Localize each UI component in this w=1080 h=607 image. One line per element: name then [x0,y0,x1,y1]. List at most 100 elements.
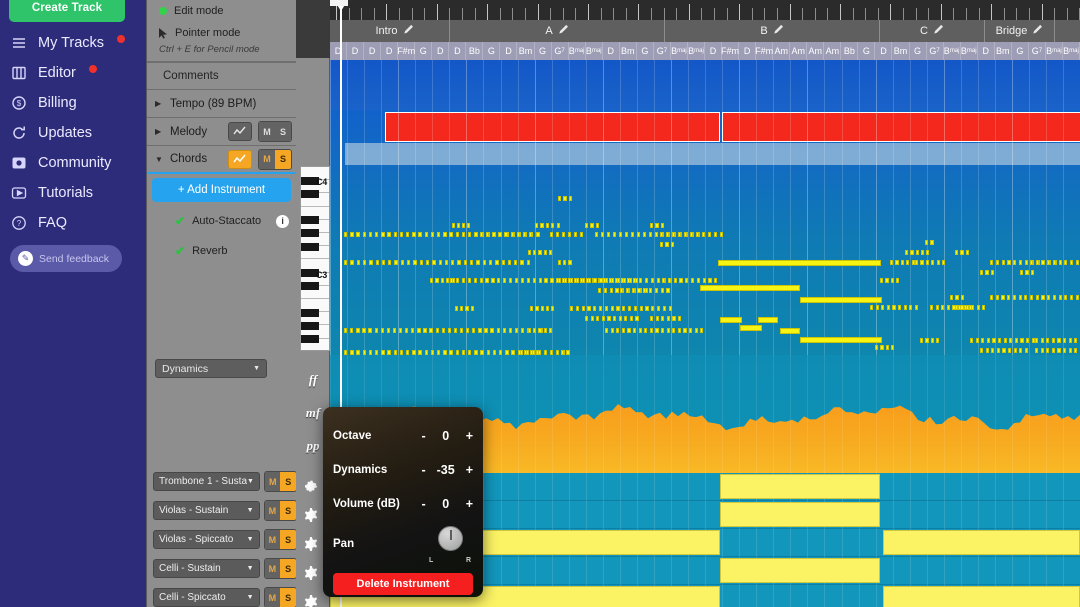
midi-note[interactable] [905,250,908,255]
midi-note[interactable] [471,306,474,311]
midi-note[interactable] [942,260,945,265]
midi-note[interactable] [678,328,681,333]
midi-note[interactable] [456,278,459,283]
instrument-solo-button[interactable]: S [280,501,296,520]
midi-note[interactable] [678,316,681,321]
midi-note[interactable] [758,317,778,323]
midi-note[interactable] [605,328,608,333]
midi-note[interactable] [915,260,918,265]
chords-solo-button[interactable]: S [275,150,291,169]
midi-note[interactable] [441,278,444,283]
midi-note[interactable] [497,328,500,333]
midi-note[interactable] [486,232,489,237]
midi-note[interactable] [598,288,601,293]
midi-note[interactable] [950,295,953,300]
chord-label[interactable]: G7 [654,42,671,60]
instrument-mute-button[interactable]: M [265,472,281,491]
midi-note[interactable] [544,278,547,283]
midi-note[interactable] [649,232,652,237]
instrument-row[interactable]: Violas - Sustain ▼ M S [147,496,297,525]
instrument-row[interactable]: Trombone 1 - Susta ▼ M S [147,467,297,496]
midi-note[interactable] [407,260,410,265]
midi-note[interactable] [362,328,365,333]
midi-note[interactable] [898,305,901,310]
midi-note[interactable] [1025,270,1028,275]
midi-note[interactable] [562,232,565,237]
midi-note[interactable] [1047,260,1050,265]
piano-black-key[interactable] [301,229,319,237]
midi-note[interactable] [996,295,999,300]
midi-note[interactable] [656,316,659,321]
chord-label[interactable]: Bm [518,42,535,60]
midi-note[interactable] [1053,260,1056,265]
midi-note[interactable] [1020,270,1023,275]
midi-note[interactable] [700,328,703,333]
midi-note[interactable] [431,232,434,237]
midi-note[interactable] [684,232,687,237]
midi-note[interactable] [527,260,530,265]
midi-note[interactable] [1019,260,1022,265]
midi-note[interactable] [489,260,492,265]
midi-note[interactable] [904,305,907,310]
midi-note[interactable] [1025,348,1028,353]
auto-staccato-toggle[interactable]: ✔ Auto-Staccato i [147,206,296,236]
midi-note[interactable] [529,232,532,237]
midi-note[interactable] [387,328,390,333]
midi-note[interactable] [454,328,457,333]
chord-label[interactable]: Bmaj [586,42,603,60]
midi-note[interactable] [977,305,980,310]
midi-note[interactable] [930,240,933,245]
midi-note[interactable] [485,278,488,283]
midi-note[interactable] [1063,338,1066,343]
midi-note[interactable] [1070,260,1073,265]
piano-black-key[interactable] [301,282,319,290]
midi-note[interactable] [909,305,912,310]
dynamics-decrement-button[interactable]: - [422,463,426,477]
midi-note[interactable] [720,232,723,237]
midi-note[interactable] [895,260,898,265]
midi-note[interactable] [885,278,888,283]
midi-note[interactable] [666,232,669,237]
midi-note[interactable] [930,305,933,310]
midi-note[interactable] [514,260,517,265]
midi-note[interactable] [650,316,653,321]
midi-note[interactable] [611,306,614,311]
piano-black-key[interactable] [301,335,319,343]
midi-note[interactable] [1001,295,1004,300]
piano-keyboard[interactable]: C4C3 [300,166,330,351]
chord-label[interactable]: Bmaj [688,42,705,60]
midi-note[interactable] [604,288,607,293]
instrument-dropdown[interactable]: Celli - Spiccato ▼ [153,588,260,607]
midi-note[interactable] [619,232,622,237]
midi-note[interactable] [413,260,416,265]
midi-note[interactable] [533,250,536,255]
midi-note[interactable] [381,232,384,237]
midi-note[interactable] [425,232,428,237]
midi-note[interactable] [623,278,626,283]
midi-note[interactable] [880,345,883,350]
midi-note[interactable] [465,306,468,311]
midi-note[interactable] [450,278,453,283]
midi-note[interactable] [650,328,653,333]
midi-note[interactable] [689,328,692,333]
midi-note[interactable] [971,305,974,310]
midi-note[interactable] [502,260,505,265]
midi-note[interactable] [605,278,608,283]
midi-note[interactable] [991,348,994,353]
midi-note[interactable] [442,328,445,333]
midi-note[interactable] [540,223,543,228]
section-marker[interactable]: Bridge [985,20,1055,42]
midi-note[interactable] [996,260,999,265]
midi-note[interactable] [495,260,498,265]
midi-note[interactable] [1041,260,1044,265]
chord-label[interactable]: G [483,42,500,60]
midi-note[interactable] [436,328,439,333]
midi-note[interactable] [655,328,658,333]
midi-note[interactable] [400,232,403,237]
midi-note[interactable] [910,250,913,255]
midi-note[interactable] [966,250,969,255]
chord-label[interactable]: D [449,42,466,60]
midi-note[interactable] [530,306,533,311]
chord-label[interactable]: Bmaj [944,42,961,60]
midi-note[interactable] [449,232,452,237]
